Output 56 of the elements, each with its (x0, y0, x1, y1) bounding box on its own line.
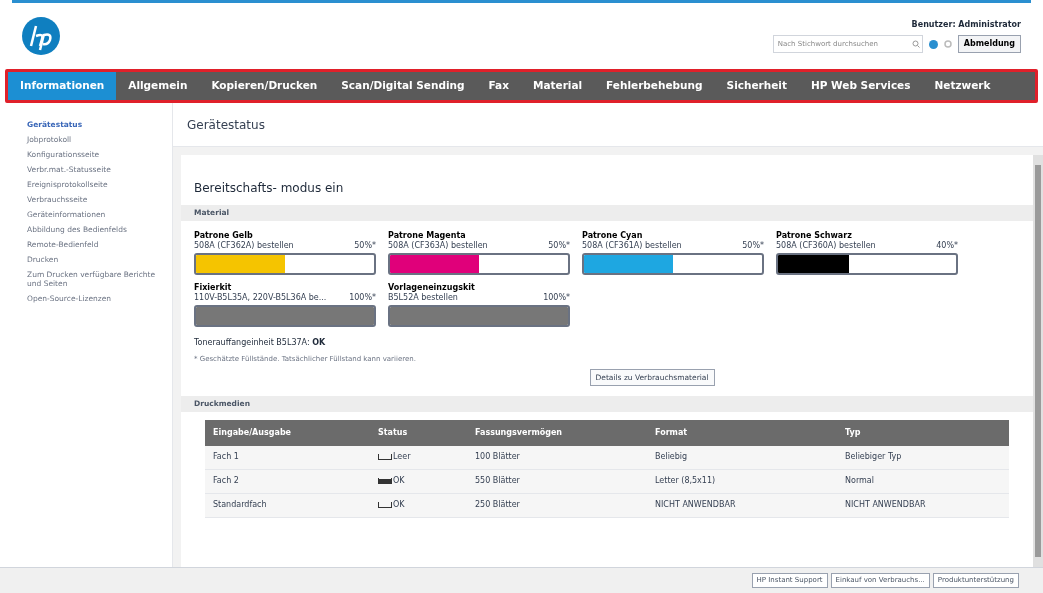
table-cell-text: Beliebiger Typ (845, 451, 903, 464)
nav-tab[interactable]: Scan/Digital Sending (329, 72, 477, 100)
logout-button[interactable]: Abmeldung (957, 35, 1021, 53)
column-header: Fassungsvermögen (475, 426, 564, 439)
column-header: Eingabe/Ausgabe (213, 426, 293, 439)
table-cell-text: Fach 2 (213, 475, 240, 488)
nav-tab[interactable]: Kopieren/Drucken (199, 72, 330, 100)
supply-name: Vorlageneinzugskit (388, 283, 476, 293)
order-link[interactable]: 110V-B5L35A, 220V-B5L36A be... (194, 293, 327, 303)
order-link[interactable]: 508A (CF361A) bestellen (582, 241, 682, 251)
level-reading: 50%* (742, 241, 764, 251)
supply-name: Fixierkit (194, 283, 233, 293)
nav-tab[interactable]: Fehlerbehebung (594, 72, 715, 100)
search-icon (911, 40, 920, 48)
order-link[interactable]: B5L52A bestellen (388, 293, 458, 303)
table-cell: Leer (393, 451, 411, 464)
level-reading: 40%* (936, 241, 958, 251)
table-cell-text: Beliebig (655, 451, 689, 464)
table-cell-text: NICHT ANWENDBAR (655, 499, 737, 512)
order-link[interactable]: 508A (CF360A) bestellen (776, 241, 876, 251)
table-cell-text: Standardfach (213, 499, 268, 512)
scrollbar[interactable] (1033, 155, 1043, 567)
table-cell-text: Letter (8,5x11) (655, 475, 717, 488)
level-reading: 50%* (354, 241, 376, 251)
nav-tab[interactable]: Informationen (8, 72, 117, 100)
column-header: Status (378, 426, 409, 439)
nav-tab[interactable]: Netzwerk (922, 72, 1003, 100)
table-cell-text: Normal (845, 475, 875, 488)
nav-tab[interactable]: Sicherheit (714, 72, 799, 100)
level-reading: 50%* (548, 241, 570, 251)
toner-status: Tonerauffangeinheit B5L37A: OK (193, 337, 327, 349)
table-cell: OK (393, 475, 405, 488)
user-label: Benutzer: Administrator (911, 19, 1021, 31)
status-heading: Bereitschafts- modus ein (193, 180, 345, 197)
order-link[interactable]: 508A (CF362A) bestellen (194, 241, 294, 251)
nav-tab[interactable]: Fax (476, 72, 521, 100)
table-cell: OK (393, 499, 405, 512)
supply-name: Patrone Schwarz (776, 231, 853, 241)
table-cell-text: 550 Blätter (475, 475, 521, 488)
column-header: Format (655, 426, 689, 439)
supply-name: Patrone Magenta (388, 231, 467, 241)
order-link[interactable]: 508A (CF363A) bestellen (388, 241, 488, 251)
level-reading: 100%* (543, 293, 570, 303)
supply-name: Patrone Gelb (194, 231, 254, 241)
nav-tab[interactable]: Material (520, 72, 595, 100)
table-cell-text: NICHT ANWENDBAR (845, 499, 927, 512)
logo-icon[interactable] (22, 17, 60, 55)
table-cell-text: Fach 1 (213, 451, 240, 464)
supply-name: Patrone Cyan (582, 231, 644, 241)
table-cell-text: 250 Blätter (475, 499, 521, 512)
nav-tab[interactable]: HP Web Services (798, 72, 923, 100)
nav-tab[interactable]: Allgemein (116, 72, 200, 100)
table-cell-text: 100 Blätter (475, 451, 521, 464)
column-header: Typ (845, 426, 862, 439)
level-reading: 100%* (349, 293, 376, 303)
page-title: Gerätestatus (187, 116, 265, 134)
